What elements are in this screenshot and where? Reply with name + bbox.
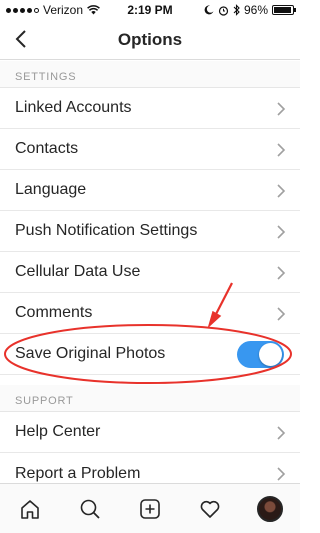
tab-bar [0,483,300,533]
battery-fill [274,7,292,13]
nav-bar: Options [0,20,300,60]
section-header-support: SUPPORT [0,385,300,412]
tab-add-post[interactable] [135,494,165,524]
support-item-label: Report a Problem [15,464,141,482]
chevron-right-icon [277,307,286,321]
alarm-icon [218,5,229,16]
tab-activity[interactable] [195,494,225,524]
section-header-settings: SETTINGS [0,61,300,88]
settings-item-label: Language [15,181,87,198]
moon-icon [204,5,214,15]
support-item-label: Help Center [15,423,101,440]
settings-item-label: Cellular Data Use [15,263,141,280]
settings-item-contacts[interactable]: Contacts [0,129,300,170]
battery-percent: 96% [243,3,268,17]
settings-item-language[interactable]: Language [0,170,300,211]
status-right: 96% [204,3,296,17]
save-original-photos-label: Save Original Photos [15,345,166,362]
settings-item-push-notification-settings[interactable]: Push Notification Settings [0,211,300,252]
chevron-right-icon [277,102,286,116]
settings-item-save-original-photos: Save Original Photos [0,334,300,375]
chevron-right-icon [277,225,286,239]
add-post-icon [140,498,160,519]
heart-icon [200,500,220,518]
settings-item-linked-accounts[interactable]: Linked Accounts [0,88,300,129]
settings-item-label: Linked Accounts [15,99,132,116]
search-icon [80,499,100,519]
page-title: Options [117,30,183,49]
profile-avatar [257,495,283,522]
chevron-right-icon [277,467,286,481]
chevron-right-icon [277,184,286,198]
chevron-right-icon [277,426,286,440]
settings-item-label: Contacts [15,140,79,157]
settings-item-label: Comments [15,304,93,321]
chevron-right-icon [277,143,286,157]
toggle-knob [259,343,282,366]
status-bar: Verizon 2:19 PM 96% [0,0,300,20]
tab-search[interactable] [75,494,105,524]
support-item-help-center[interactable]: Help Center [0,412,300,453]
bluetooth-icon [233,4,240,16]
tab-home[interactable] [15,494,45,524]
settings-item-label: Push Notification Settings [15,222,198,239]
tab-profile[interactable] [255,494,285,524]
home-icon [21,499,39,519]
battery-icon [272,5,296,15]
chevron-right-icon [277,266,286,280]
settings-item-cellular-data-use[interactable]: Cellular Data Use [0,252,300,293]
save-original-photos-toggle[interactable] [237,341,284,368]
settings-item-comments[interactable]: Comments [0,293,300,334]
